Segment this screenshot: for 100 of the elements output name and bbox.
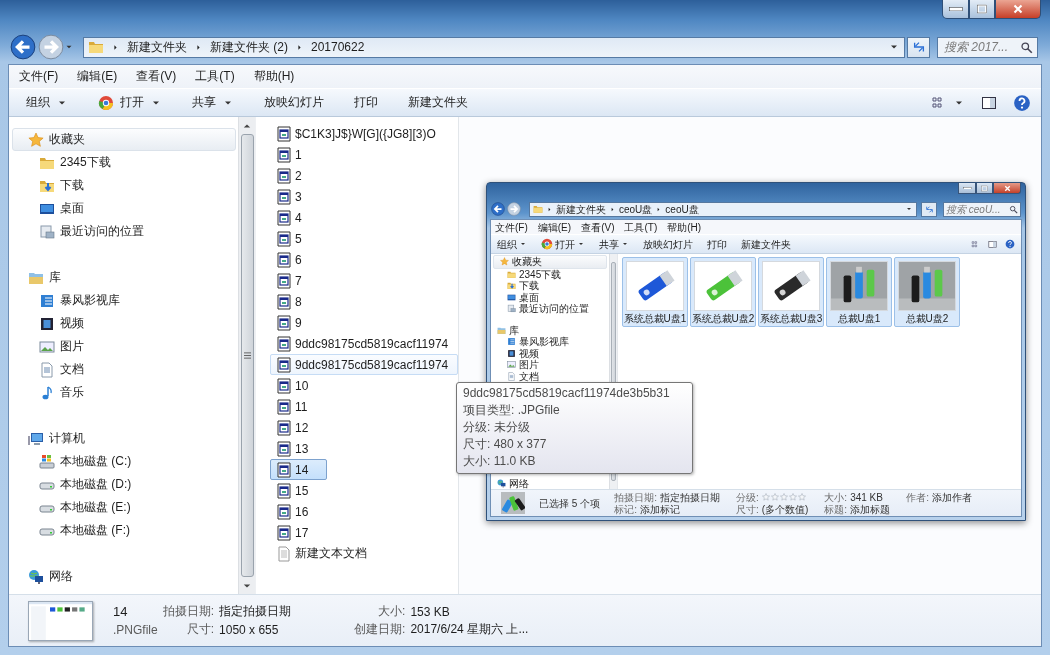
breadcrumb[interactable]: 新建文件夹 (2) [210, 38, 288, 56]
menu-item[interactable]: 编辑(E) [77, 68, 118, 85]
file-item[interactable]: 9ddc98175cd5819cacf11974 [270, 354, 458, 375]
sidebar-item[interactable]: 文档 [491, 370, 609, 382]
file-item[interactable]: 9 [270, 312, 327, 333]
sidebar-item[interactable]: 本地磁盘 (D:) [9, 473, 238, 496]
sidebar-item[interactable]: 视频 [9, 312, 238, 335]
toolbar-button[interactable]: 打印 [707, 238, 727, 250]
sidebar-item[interactable]: 图片 [491, 359, 609, 371]
toolbar-menu-button[interactable]: 组织 [497, 238, 527, 250]
sidebar-item[interactable]: 下载 [491, 280, 609, 292]
toolbar-button[interactable]: 放映幻灯片 [643, 238, 693, 250]
breadcrumb[interactable]: ceoU盘 [665, 203, 699, 215]
preview-pane-button[interactable] [981, 94, 997, 111]
sidebar-group[interactable]: 网络 [491, 477, 609, 489]
maximize-button[interactable] [976, 183, 993, 194]
sidebar-item[interactable]: 暴风影视库 [491, 336, 609, 348]
maximize-button[interactable] [969, 0, 995, 19]
sidebar-item[interactable]: 图片 [9, 335, 238, 358]
breadcrumb[interactable]: 20170622 [311, 40, 365, 54]
breadcrumb[interactable]: 新建文件夹 [556, 203, 606, 215]
sidebar-group[interactable]: 库 [9, 266, 238, 289]
refresh-button[interactable] [907, 36, 930, 58]
minimize-button[interactable] [942, 0, 969, 19]
breadcrumb[interactable]: ceoU盘 [619, 203, 653, 215]
thumbnail-tile[interactable]: 总裁U盘1 [826, 257, 892, 327]
sidebar-group[interactable]: 收藏夹 [493, 255, 607, 269]
sidebar-item[interactable]: 最近访问的位置 [9, 220, 238, 243]
sidebar-item[interactable]: 本地磁盘 (C:) [9, 450, 238, 473]
minimize-button[interactable] [958, 183, 976, 194]
toolbar-button[interactable]: 放映幻灯片 [264, 94, 324, 111]
file-item[interactable]: 4 [270, 207, 327, 228]
file-item[interactable]: 11 [270, 396, 327, 417]
file-item[interactable]: 8 [270, 291, 327, 312]
star-rating[interactable] [761, 493, 806, 501]
open-button[interactable]: 打开 [541, 238, 585, 250]
file-item[interactable]: 10 [270, 375, 327, 396]
sidebar-group[interactable]: 计算机 [9, 427, 238, 450]
sidebar-group[interactable]: 库 [491, 324, 609, 336]
sidebar-item[interactable]: 暴风影视库 [9, 289, 238, 312]
file-item[interactable]: 13 [270, 438, 327, 459]
forward-button[interactable] [507, 202, 521, 216]
sidebar-item[interactable]: 本地磁盘 (F:) [9, 519, 238, 542]
open-button[interactable]: 打开 [98, 94, 162, 111]
sidebar-item[interactable]: 最近访问的位置 [491, 303, 609, 315]
thumbnail-tile[interactable]: 系统总裁U盘3 [758, 257, 824, 327]
file-item[interactable]: 2 [270, 165, 327, 186]
toolbar-menu-button[interactable]: 共享 [192, 94, 234, 111]
file-item[interactable]: $C1K3]J$}W[G]({JG8][3)O [270, 123, 441, 144]
search-field[interactable]: 搜索 ceoU... [943, 201, 1021, 217]
thumbnail-tile[interactable]: 系统总裁U盘1 [622, 257, 688, 327]
breadcrumb[interactable]: 新建文件夹 [127, 38, 187, 56]
menu-item[interactable]: 工具(T) [624, 221, 658, 233]
address-bar[interactable]: 新建文件夹 新建文件夹 (2) 20170622 [83, 36, 905, 58]
sidebar-item[interactable]: 2345下载 [491, 268, 609, 280]
file-item[interactable]: 新建文本文档 [270, 543, 372, 564]
file-item[interactable]: 5 [270, 228, 327, 249]
scroll-down-button[interactable] [243, 581, 251, 590]
help-button[interactable] [1013, 93, 1031, 112]
sidebar-group[interactable]: 收藏夹 [12, 128, 236, 151]
sidebar-item[interactable]: 2345下载 [9, 151, 238, 174]
sidebar-item[interactable]: 桌面 [491, 291, 609, 303]
toolbar-menu-button[interactable]: 组织 [26, 94, 68, 111]
toolbar-button[interactable]: 打印 [354, 94, 378, 111]
toolbar-button[interactable]: 新建文件夹 [741, 238, 791, 250]
file-item[interactable]: 6 [270, 249, 327, 270]
file-item[interactable]: 16 [270, 501, 327, 522]
help-button[interactable] [1005, 239, 1015, 249]
sidebar-item[interactable]: 视频 [491, 347, 609, 359]
back-button[interactable] [491, 202, 505, 216]
thumbnail-tile[interactable]: 总裁U盘2 [894, 257, 960, 327]
menu-item[interactable]: 帮助(H) [253, 68, 295, 85]
address-bar[interactable]: 新建文件夹 ceoU盘 ceoU盘 [529, 201, 917, 217]
sidebar-item[interactable]: 音乐 [9, 381, 238, 404]
toolbar-menu-button[interactable]: 共享 [599, 238, 629, 250]
sidebar-item[interactable]: 桌面 [9, 197, 238, 220]
file-item[interactable]: 7 [270, 270, 327, 291]
file-item[interactable]: 14 [270, 459, 327, 480]
back-button[interactable] [10, 34, 36, 60]
close-button[interactable] [995, 0, 1041, 19]
menu-item[interactable]: 查看(V) [136, 68, 177, 85]
menu-item[interactable]: 帮助(H) [667, 221, 702, 233]
sidebar-item[interactable]: 本地磁盘 (E:) [9, 496, 238, 519]
file-item[interactable]: 9ddc98175cd5819cacf11974 [270, 333, 454, 354]
toolbar-button[interactable]: 新建文件夹 [408, 94, 468, 111]
menu-item[interactable]: 文件(F) [495, 221, 528, 233]
file-item[interactable]: 17 [270, 522, 327, 543]
scrollbar-thumb[interactable] [240, 134, 254, 577]
file-item[interactable]: 15 [270, 480, 327, 501]
menu-item[interactable]: 文件(F) [19, 68, 59, 85]
file-item[interactable]: 12 [270, 417, 327, 438]
search-field[interactable]: 搜索 2017... [937, 36, 1038, 58]
file-item[interactable]: 1 [270, 144, 327, 165]
sidebar-group[interactable]: 网络 [9, 565, 238, 588]
menu-item[interactable]: 查看(V) [581, 221, 615, 233]
sidebar-item[interactable]: 下载 [9, 174, 238, 197]
thumbnail-tile[interactable]: 系统总裁U盘2 [690, 257, 756, 327]
file-item[interactable]: 3 [270, 186, 327, 207]
menu-item[interactable]: 工具(T) [195, 68, 235, 85]
refresh-button[interactable] [921, 201, 937, 217]
